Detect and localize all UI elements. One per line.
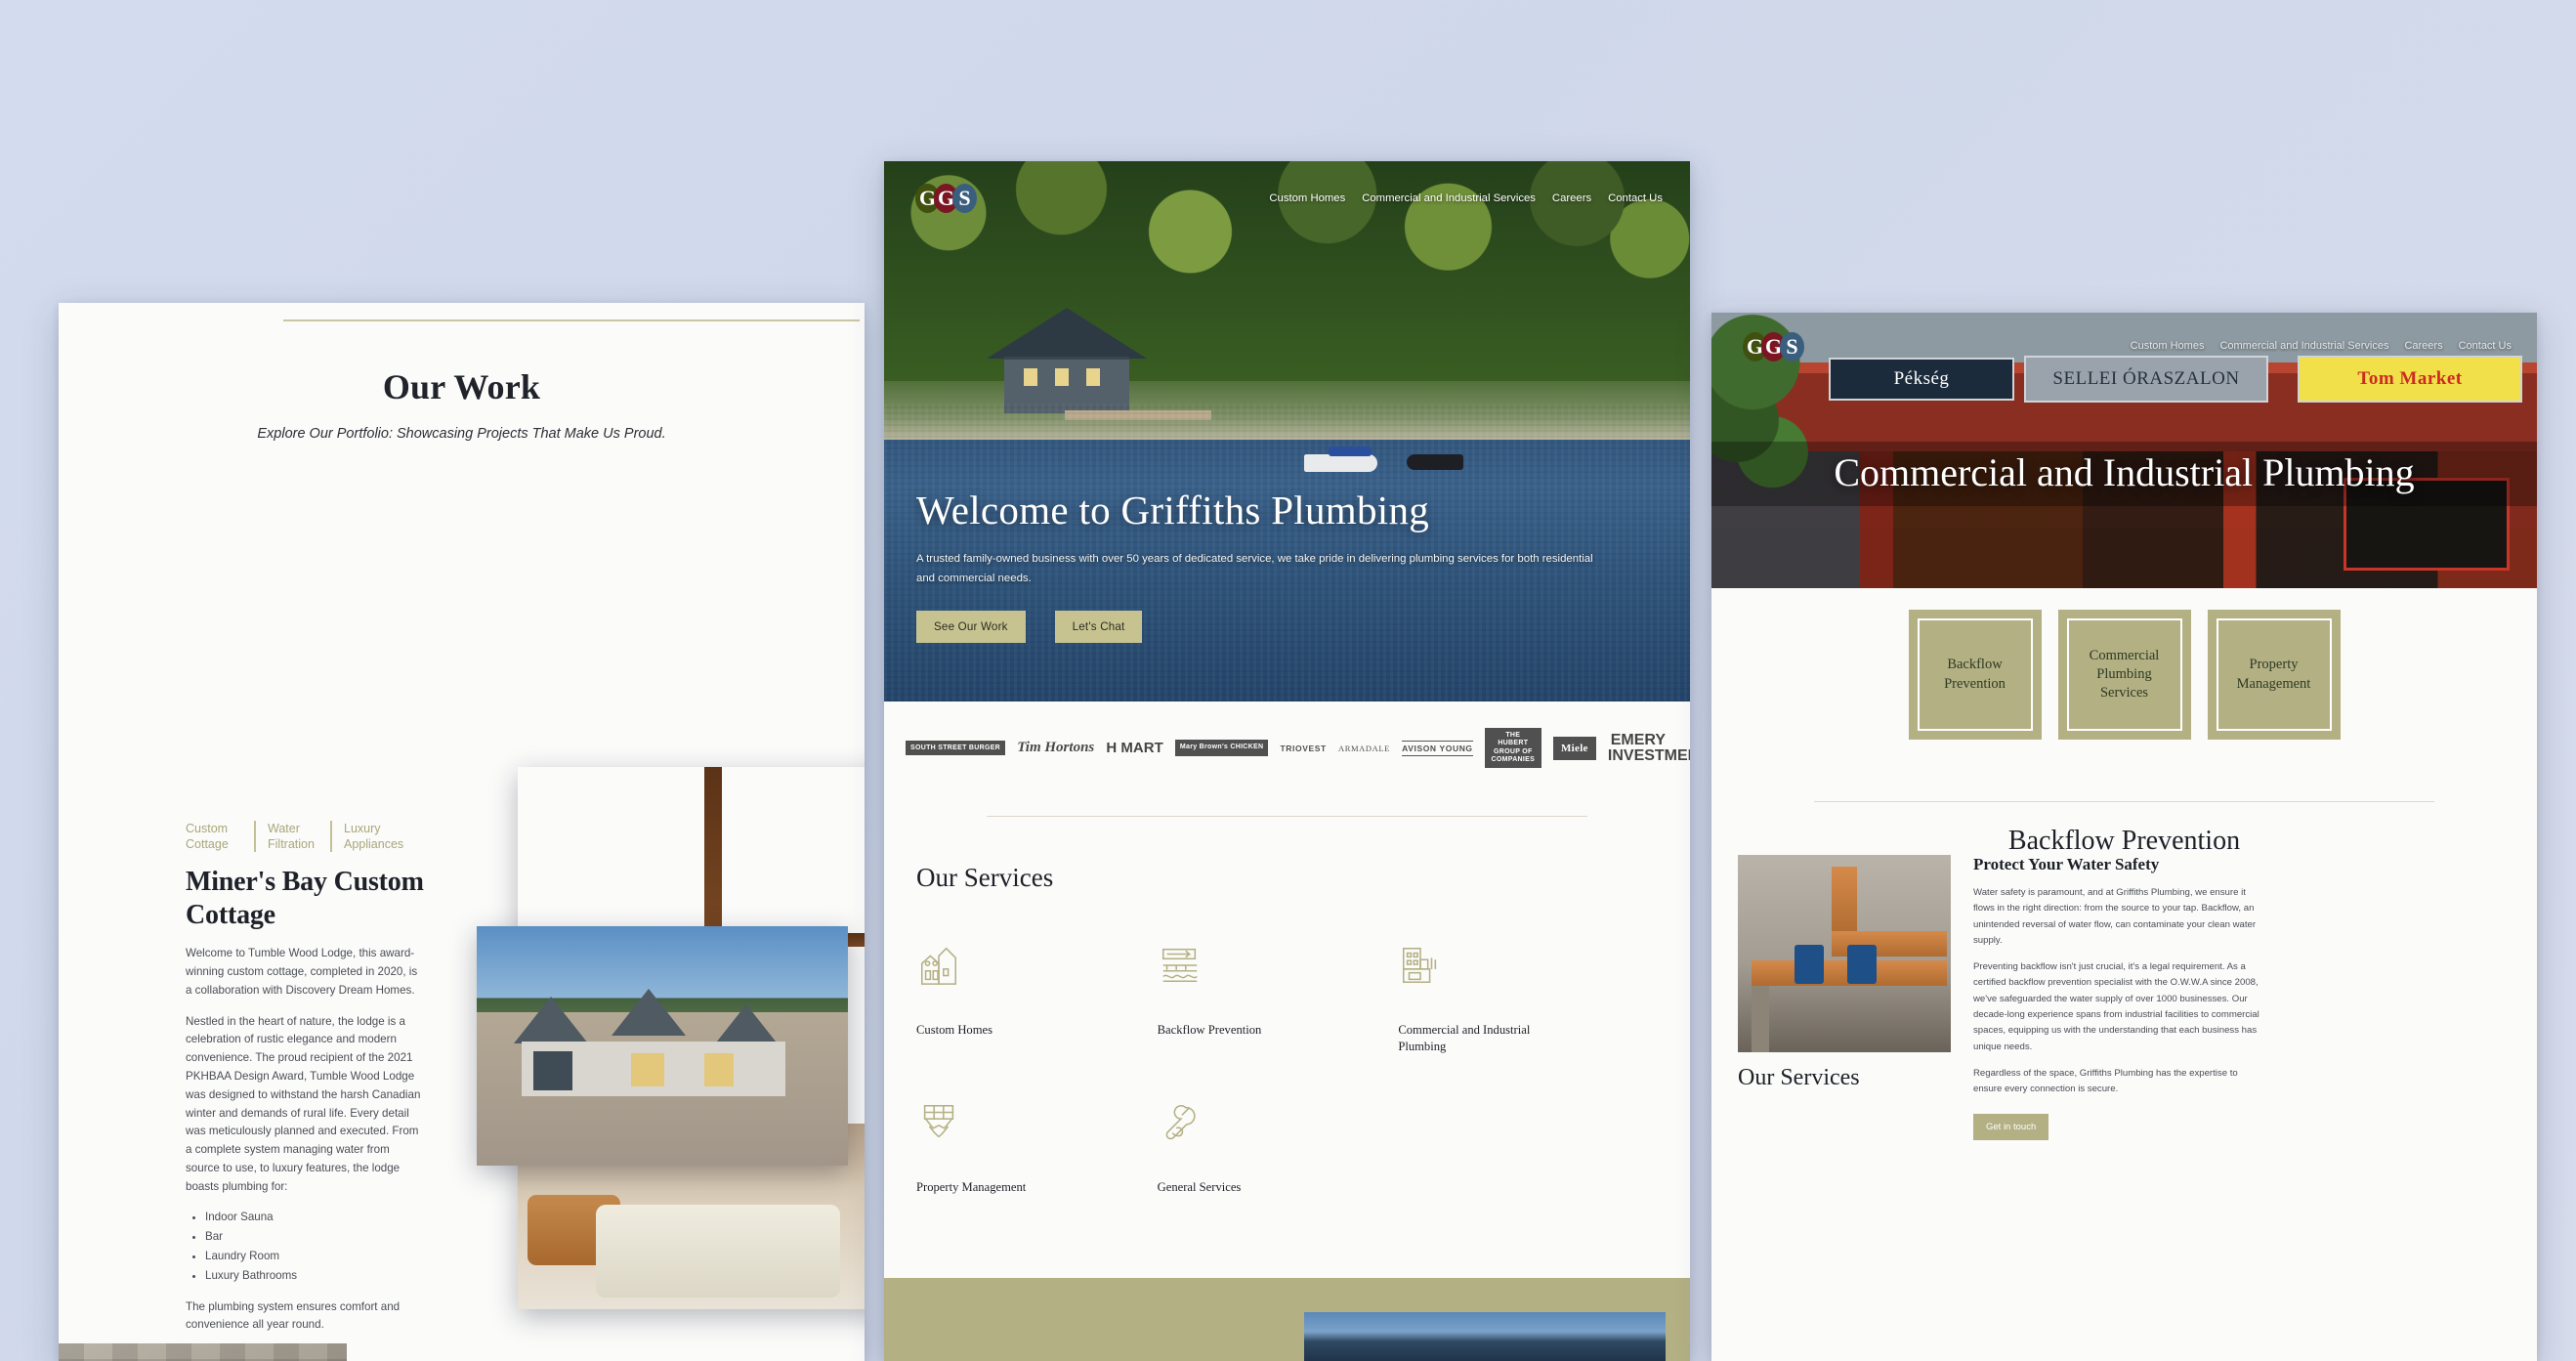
- client-logo-triovest: TRIOVEST: [1280, 743, 1327, 753]
- nav-item-contact-us[interactable]: Contact Us: [2459, 340, 2512, 352]
- hero-copy: Welcome to Griffiths Plumbing A trusted …: [916, 488, 1639, 643]
- client-logo-tim-hortons: Tim Hortons: [1017, 740, 1095, 755]
- project-paragraph: Welcome to Tumble Wood Lodge, this award…: [186, 947, 418, 997]
- home-page-panel: G G S Custom Homes Commercial and Indust…: [884, 161, 1690, 1361]
- shop-sign-market: Tom Market: [2298, 356, 2522, 403]
- nav-item-commercial-industrial[interactable]: Commercial and Industrial Services: [2219, 340, 2388, 352]
- lets-chat-button[interactable]: Let's Chat: [1054, 611, 1143, 643]
- section-divider: [987, 816, 1587, 817]
- nav-item-commercial-industrial[interactable]: Commercial and Industrial Services: [1362, 192, 1536, 204]
- client-logo-strip: SOUTH STREET BURGER Tim Hortons H MART M…: [884, 702, 1690, 794]
- services-heading: Our Services: [916, 863, 1054, 892]
- project-paragraph: The plumbing system ensures comfort and …: [186, 1299, 401, 1332]
- logo-letter-s: S: [952, 184, 977, 213]
- service-label: General Services: [1157, 1180, 1242, 1194]
- top-navigation: Custom Homes Commercial and Industrial S…: [2131, 340, 2512, 352]
- nav-item-careers[interactable]: Careers: [1552, 192, 1591, 204]
- hero-heading: Welcome to Griffiths Plumbing: [916, 488, 1430, 532]
- boat-cover: [1329, 447, 1372, 456]
- backflow-icon: [1161, 948, 1198, 983]
- client-logo-mary-browns: Mary Brown's CHICKEN: [1174, 740, 1269, 756]
- project-title: Miner's Bay Custom Cottage: [186, 867, 424, 931]
- backflow-photo: [1738, 855, 1951, 1052]
- page-subtitle: Explore Our Portfolio: Showcasing Projec…: [257, 426, 666, 442]
- project-tag: Water Filtration: [254, 821, 330, 852]
- brand-logo[interactable]: G G S: [915, 184, 977, 213]
- lake-house: [987, 308, 1148, 415]
- logo-letter-s: S: [1780, 332, 1804, 362]
- service-label: Property Management: [916, 1180, 1027, 1194]
- hero-paragraph: A trusted family-owned business with ove…: [916, 553, 1593, 585]
- jetski: [1407, 454, 1463, 470]
- footer-band: [884, 1278, 1690, 1361]
- our-work-page-panel: Our Work Explore Our Portfolio: Showcasi…: [59, 303, 865, 1361]
- service-item-custom-homes[interactable]: Custom Homes: [916, 943, 1158, 1055]
- backflow-copy: Protect Your Water Safety Water safety i…: [1973, 855, 2266, 1140]
- project-feature-list: Indoor Sauna Bar Laundry Room Luxury Bat…: [205, 1209, 425, 1285]
- see-our-work-button[interactable]: See Our Work: [916, 611, 1026, 643]
- wrench-icon: [1165, 1105, 1196, 1140]
- commercial-hero-banner: Pékség SELLEI ÓRASZALON Tom Market Comme…: [1711, 313, 2537, 588]
- client-logo-south-street-burger: SOUTH STREET BURGER: [906, 741, 1006, 755]
- list-item: Laundry Room: [205, 1248, 425, 1266]
- handshake-icon: [923, 1104, 954, 1138]
- client-logo-avison-young: AVISON YOUNG: [1402, 740, 1473, 756]
- footer-image: [1304, 1312, 1666, 1361]
- service-label: Backflow Prevention: [1157, 1023, 1262, 1037]
- article-paragraph: Water safety is paramount, and at Griffi…: [1973, 887, 2257, 946]
- list-item: Bar: [205, 1228, 425, 1247]
- shop-sign-bakery: Pékség: [1829, 358, 2014, 401]
- project-photo-exterior: [477, 926, 848, 1166]
- project-tag-list: Custom Cottage Water Filtration Luxury A…: [186, 821, 425, 852]
- article-paragraph: Preventing backflow isn't just crucial, …: [1973, 961, 2259, 1052]
- client-logo-h-mart: H MART: [1106, 740, 1163, 756]
- article-heading: Protect Your Water Safety: [1973, 855, 2160, 873]
- project-tag: Custom Cottage: [186, 822, 229, 851]
- project-block-miners-bay: Custom Cottage Water Filtration Luxury A…: [186, 821, 425, 1347]
- building-icon: [1403, 947, 1437, 984]
- house-icon: [920, 947, 957, 985]
- brand-logo[interactable]: G G S: [1743, 332, 1804, 362]
- commercial-hero-title: Commercial and Industrial Plumbing: [1834, 450, 2415, 494]
- client-logo-emery-investments: EMERY INVESTMENTS: [1607, 731, 1690, 764]
- page-title: Our Work: [382, 367, 541, 406]
- top-rule: [283, 319, 860, 321]
- backflow-article: Protect Your Water Safety Water safety i…: [1711, 591, 2537, 1140]
- service-label: Commercial and Industrial Plumbing: [1398, 1023, 1531, 1053]
- nav-item-custom-homes[interactable]: Custom Homes: [2131, 340, 2205, 352]
- services-grid: Custom Homes Backflow Prevention Commerc…: [916, 943, 1639, 1196]
- commercial-page-panel: Pékség SELLEI ÓRASZALON Tom Market Comme…: [1711, 313, 2537, 1361]
- service-item-backflow-prevention[interactable]: Backflow Prevention: [1158, 943, 1399, 1055]
- service-label: Custom Homes: [916, 1023, 993, 1037]
- list-item: Indoor Sauna: [205, 1209, 425, 1227]
- article-paragraph: Regardless of the space, Griffiths Plumb…: [1973, 1067, 2238, 1095]
- client-logo-miele: Miele: [1552, 736, 1596, 760]
- client-logo-armadale: ARMADALE: [1337, 743, 1390, 753]
- list-item: Luxury Bathrooms: [205, 1267, 425, 1286]
- get-in-touch-button[interactable]: Get in touch: [1973, 1113, 2049, 1140]
- hero-button-group: See Our Work Let's Chat: [916, 611, 1639, 643]
- project-paragraph: Nestled in the heart of nature, the lodg…: [186, 1014, 421, 1193]
- boat: [1304, 454, 1377, 472]
- shop-sign-watch: SELLEI ÓRASZALON: [2024, 356, 2268, 403]
- nav-item-careers[interactable]: Careers: [2404, 340, 2442, 352]
- service-item-general-services[interactable]: General Services: [1158, 1100, 1399, 1196]
- client-logo-hubert-group: THE HUBERT GROUP OF COMPANIES: [1484, 727, 1541, 769]
- project-photo-stone-wall: [59, 1343, 347, 1361]
- nav-item-custom-homes[interactable]: Custom Homes: [1269, 192, 1345, 204]
- service-item-commercial-industrial[interactable]: Commercial and Industrial Plumbing: [1398, 943, 1639, 1055]
- nav-item-contact-us[interactable]: Contact Us: [1608, 192, 1663, 204]
- project-tag: Luxury Appliances: [330, 821, 406, 852]
- services-heading: Our Services: [1738, 1065, 1860, 1090]
- service-item-property-management[interactable]: Property Management: [916, 1100, 1158, 1196]
- top-navigation: Custom Homes Commercial and Industrial S…: [1269, 192, 1663, 204]
- project-body: Welcome to Tumble Wood Lodge, this award…: [186, 945, 425, 1335]
